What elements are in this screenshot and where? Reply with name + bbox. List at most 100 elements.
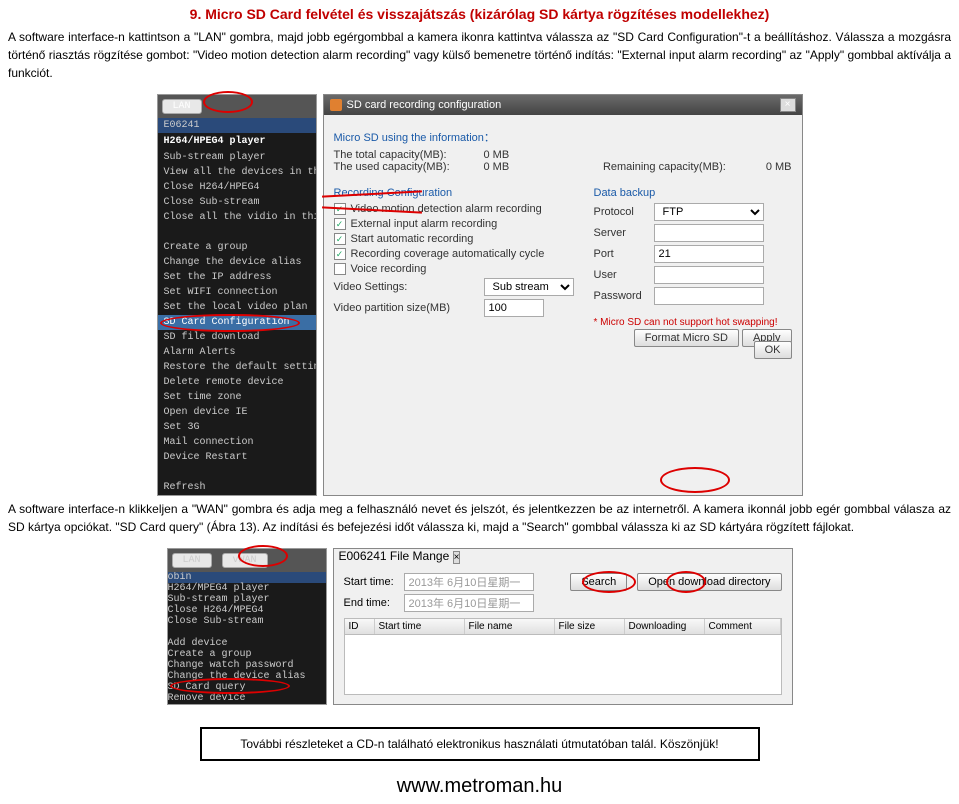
menu-item[interactable]: Create a group: [158, 240, 316, 255]
context-menu-panel-2: LAN vWAN obin H264/MPEG4 player Sub-stre…: [167, 548, 327, 705]
menu-item[interactable]: Change watch password: [168, 660, 326, 671]
port-label: Port: [594, 248, 654, 260]
lan-tab-2[interactable]: LAN: [172, 553, 212, 568]
server-input[interactable]: [654, 224, 764, 242]
recording-config-header: Recording Configuration: [334, 187, 574, 199]
menu-item[interactable]: Close Sub-stream: [168, 616, 326, 627]
wan-tab[interactable]: vWAN: [222, 553, 268, 568]
context-menu-panel-1: LAN E06241 H264/HPEG4 player Sub-stream …: [157, 94, 317, 496]
menu-item[interactable]: Change the device alias: [158, 255, 316, 270]
menu-item[interactable]: Set 3G: [158, 420, 316, 435]
col-filesize[interactable]: File size: [555, 619, 625, 634]
format-button[interactable]: Format Micro SD: [634, 329, 739, 347]
chk-auto[interactable]: ✓: [334, 233, 346, 245]
menu-item[interactable]: Restore the default setting: [158, 360, 316, 375]
menu-item[interactable]: Delete remote device: [158, 375, 316, 390]
menu-item[interactable]: Close Sub-stream: [158, 195, 316, 210]
menu-item[interactable]: Open device IE: [158, 405, 316, 420]
partition-size-input[interactable]: [484, 299, 544, 317]
sd-recording-dialog: SD card recording configuration × Micro …: [323, 94, 803, 496]
dialog-title: SD card recording configuration: [347, 99, 502, 111]
used-capacity-label: The used capacity(MB):: [334, 161, 484, 173]
chk-external-label: External input alarm recording: [351, 218, 498, 230]
file-table-body[interactable]: [344, 635, 782, 695]
chk-cycle[interactable]: ✓: [334, 248, 346, 260]
chk-motion-label: Video motion detection alarm recording: [351, 203, 542, 215]
start-time-label: Start time:: [344, 576, 404, 588]
menu-item[interactable]: Close H264/MPEG4: [168, 605, 326, 616]
protocol-label: Protocol: [594, 206, 654, 218]
menu-item[interactable]: Refresh: [158, 480, 316, 495]
ok-button[interactable]: OK: [754, 341, 792, 359]
video-settings-label: Video Settings:: [334, 281, 484, 293]
menu-item[interactable]: Create a group: [168, 649, 326, 660]
file-dialog-title: E006241 File Mange: [339, 549, 450, 563]
search-button[interactable]: Search: [570, 573, 627, 591]
close-icon[interactable]: ×: [780, 98, 796, 112]
video-settings-select[interactable]: Sub stream: [484, 278, 574, 296]
menu-item: [158, 225, 316, 240]
open-download-button[interactable]: Open download directory: [637, 573, 781, 591]
col-start[interactable]: Start time: [375, 619, 465, 634]
file-dialog-titlebar: E006241 File Mange ×: [334, 549, 792, 564]
chk-motion[interactable]: ✓: [334, 203, 346, 215]
remaining-capacity-label: Remaining capacity(MB):: [603, 161, 726, 173]
chk-external[interactable]: ✓: [334, 218, 346, 230]
device-id: obin: [168, 572, 326, 583]
menu-item: [168, 627, 326, 638]
menu-item[interactable]: Close all the vidio in this group: [158, 210, 316, 225]
menu-item[interactable]: Remove device: [168, 693, 326, 704]
chk-voice[interactable]: [334, 263, 346, 275]
menu-item[interactable]: Add device: [168, 638, 326, 649]
player-header-2: H264/MPEG4 player: [168, 583, 326, 594]
col-downloading[interactable]: Downloading: [625, 619, 705, 634]
port-input[interactable]: [654, 245, 764, 263]
password-label: Password: [594, 290, 654, 302]
menu-item[interactable]: Alarm Alerts: [158, 345, 316, 360]
password-input[interactable]: [654, 287, 764, 305]
remaining-capacity-value: 0 MB: [766, 161, 792, 173]
menu-item[interactable]: Device Restart: [158, 450, 316, 465]
footer-note: További részleteket a CD-n található ele…: [200, 727, 760, 761]
device-address: E06241: [158, 118, 316, 133]
col-id[interactable]: ID: [345, 619, 375, 634]
user-label: User: [594, 269, 654, 281]
page-heading: 9. Micro SD Card felvétel és visszajátsz…: [0, 0, 959, 28]
menu-item[interactable]: Set the IP address: [158, 270, 316, 285]
info-header: Micro SD using the information：: [334, 129, 792, 145]
chk-auto-label: Start automatic recording: [351, 233, 474, 245]
partition-size-label: Video partition size(MB): [334, 302, 484, 314]
col-filename[interactable]: File name: [465, 619, 555, 634]
data-backup-header: Data backup: [594, 187, 792, 199]
website-url: www.metroman.hu: [0, 769, 959, 804]
user-input[interactable]: [654, 266, 764, 284]
menu-item: [158, 465, 316, 480]
total-capacity-label: The total capacity(MB):: [334, 149, 484, 161]
close-icon[interactable]: ×: [453, 551, 461, 564]
end-time-input[interactable]: [404, 594, 534, 612]
paragraph-2: A software interface-n klikkeljen a "WAN…: [0, 500, 959, 544]
menu-item[interactable]: View all the devices in this group: [158, 165, 316, 180]
menu-item[interactable]: Set the local video plan: [158, 300, 316, 315]
chk-voice-label: Voice recording: [351, 263, 427, 275]
menu-item[interactable]: Close H264/HPEG4: [158, 180, 316, 195]
start-time-input[interactable]: [404, 573, 534, 591]
menu-item[interactable]: Sub-stream player: [168, 594, 326, 605]
end-time-label: End time:: [344, 597, 404, 609]
paragraph-1: A software interface-n kattintson a "LAN…: [0, 28, 959, 90]
menu-item[interactable]: Change the device alias: [168, 671, 326, 682]
total-capacity-value: 0 MB: [484, 149, 510, 161]
menu-item[interactable]: Set WIFI connection: [158, 285, 316, 300]
menu-item[interactable]: SD file download: [158, 330, 316, 345]
col-comment[interactable]: Comment: [705, 619, 781, 634]
menu-item[interactable]: Set time zone: [158, 390, 316, 405]
protocol-select[interactable]: FTP: [654, 203, 764, 221]
menu-item[interactable]: SD Card query: [168, 682, 326, 693]
hotswap-warning: * Micro SD can not support hot swapping!: [594, 317, 792, 328]
menu-item[interactable]: SD Card Configuration: [158, 315, 316, 330]
menu-item[interactable]: Sub-stream player: [158, 150, 316, 165]
lan-tab[interactable]: LAN: [162, 99, 202, 114]
server-label: Server: [594, 227, 654, 239]
dialog-titlebar: SD card recording configuration ×: [324, 95, 802, 115]
menu-item[interactable]: Mail connection: [158, 435, 316, 450]
